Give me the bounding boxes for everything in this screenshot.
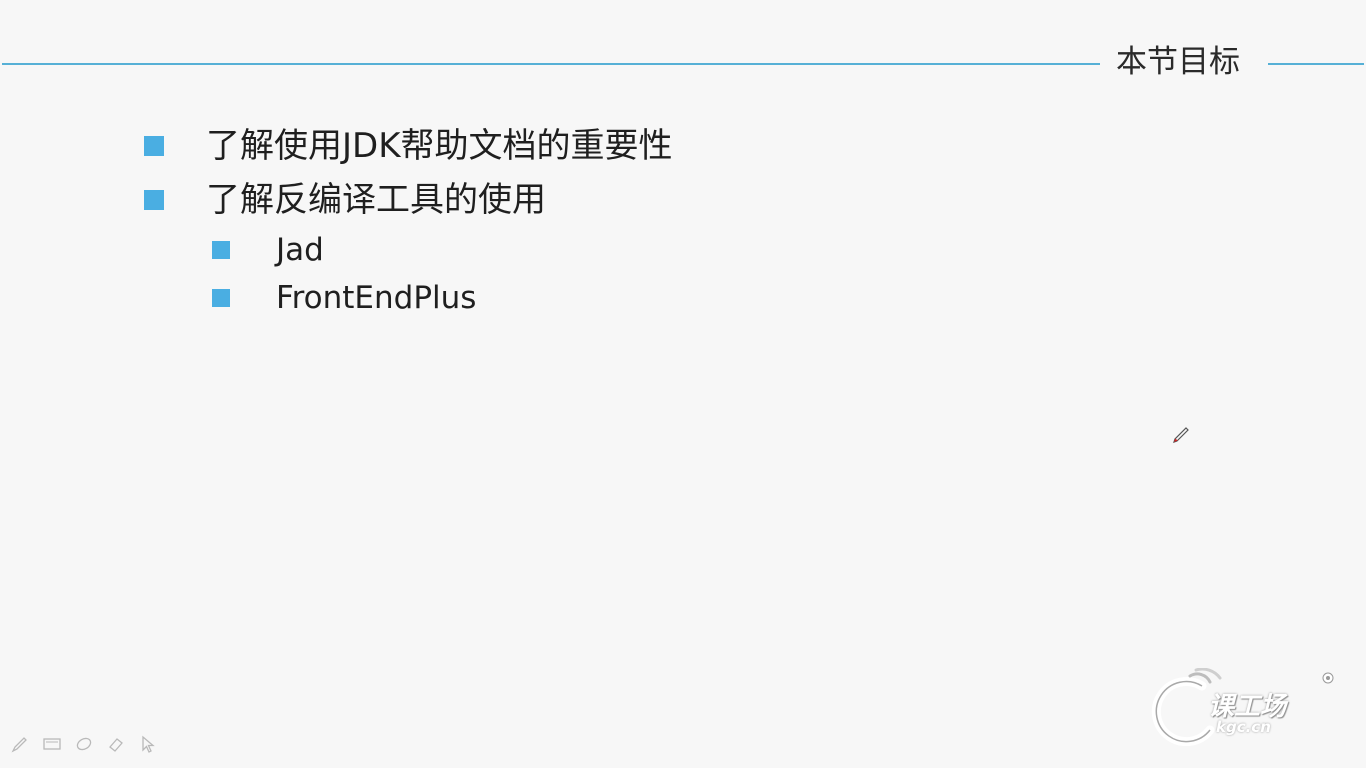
bullet-square-icon	[144, 136, 164, 156]
logo-domain: kgc.cn	[1216, 718, 1271, 736]
bullet-item-2: 了解反编译工具的使用	[144, 178, 546, 222]
slide: 本节目标 了解使用JDK帮助文档的重要性 了解反编译工具的使用 Jad Fron…	[0, 0, 1366, 768]
bullet-text: 了解反编译工具的使用	[206, 180, 546, 220]
sub-bullet-text: FrontEndPlus	[276, 280, 477, 316]
header-rule-left	[2, 63, 1100, 65]
sub-bullet-item-2: FrontEndPlus	[212, 278, 476, 318]
bullet-item-1: 了解使用JDK帮助文档的重要性	[144, 124, 673, 168]
highlighter-icon[interactable]	[74, 734, 94, 754]
sub-bullet-item-1: Jad	[212, 230, 324, 270]
bullet-text: 了解使用JDK帮助文档的重要性	[206, 126, 673, 166]
bullet-square-icon	[212, 289, 230, 307]
bullet-square-icon	[144, 190, 164, 210]
sub-bullet-text: Jad	[276, 232, 324, 268]
slide-title: 本节目标	[1116, 44, 1240, 80]
pointer-icon[interactable]	[138, 734, 158, 754]
pen-cursor-icon	[1173, 427, 1189, 443]
screen-icon[interactable]	[42, 734, 62, 754]
kgc-logo: 课工场 kgc.cn	[1150, 668, 1340, 746]
pen-icon[interactable]	[10, 734, 30, 754]
eraser-icon[interactable]	[106, 734, 126, 754]
bullet-square-icon	[212, 241, 230, 259]
annotation-toolbar	[10, 734, 158, 754]
header-rule-right	[1268, 63, 1364, 65]
registered-icon	[1322, 672, 1334, 684]
